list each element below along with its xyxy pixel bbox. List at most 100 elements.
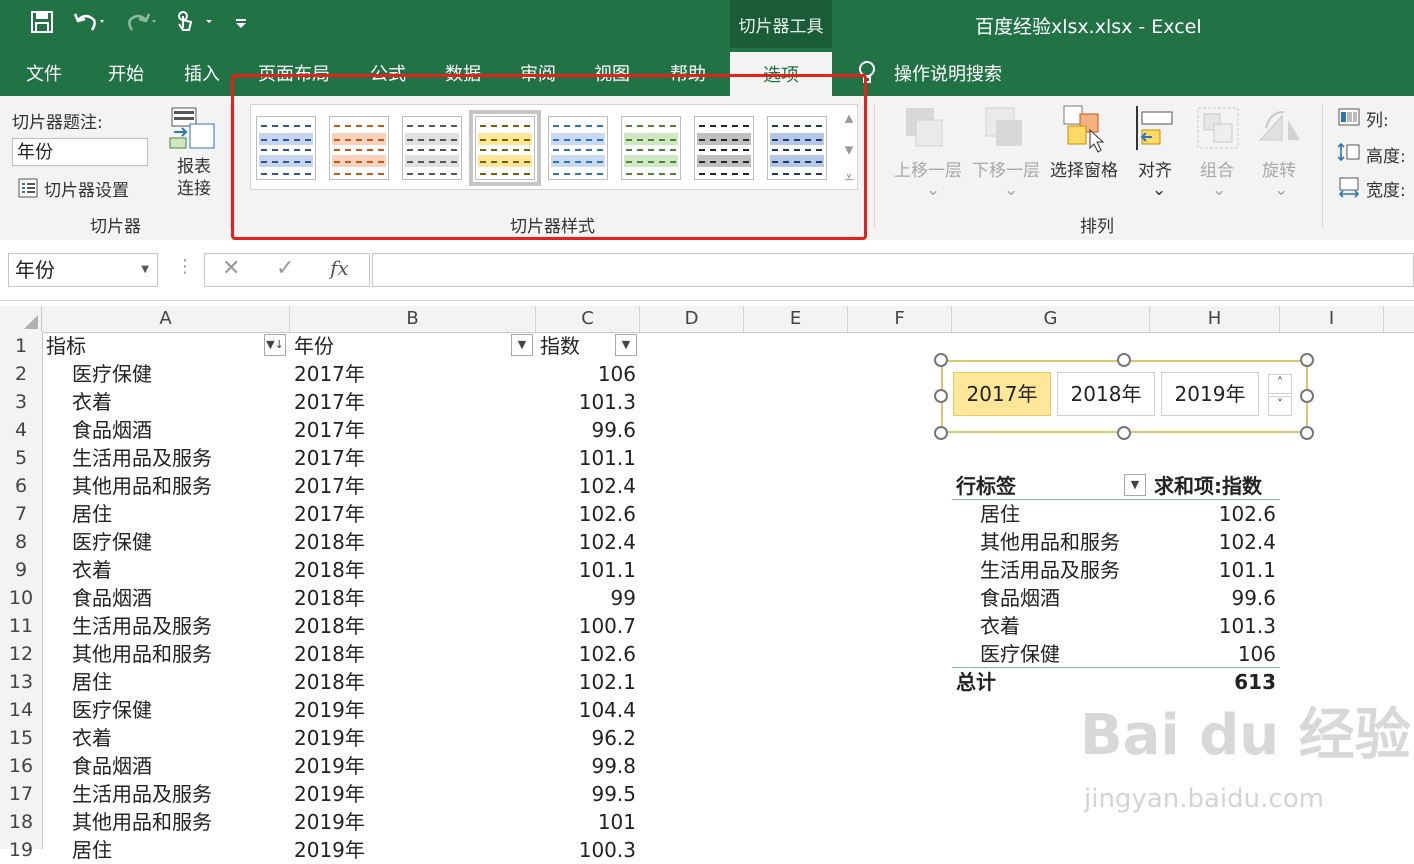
row-header[interactable]: 12 [0, 640, 42, 668]
name-box[interactable]: 年份 ▼ [8, 253, 158, 287]
cell-year[interactable]: 2017年 [294, 500, 365, 528]
save-icon[interactable] [30, 10, 54, 39]
rotate-dropdown[interactable]: ⌄ [1274, 180, 1288, 200]
pivot-row-value[interactable]: 106 [1150, 640, 1276, 668]
cell-index[interactable]: 100.3 [540, 836, 636, 864]
pivot-row-label[interactable]: 医疗保健 [980, 640, 1060, 668]
cell-index[interactable]: 102.4 [540, 528, 636, 556]
pivot-row-label[interactable]: 居住 [980, 500, 1020, 528]
cell-indicator[interactable]: 医疗保健 [72, 360, 152, 388]
select-all-corner[interactable] [0, 306, 42, 332]
slicer-item[interactable]: 2019年 [1161, 372, 1259, 416]
slicer-caption-input[interactable]: 年份 [12, 138, 148, 166]
slicer-scroll-up-button[interactable]: ˄ [1268, 374, 1292, 394]
customize-icon[interactable] [234, 10, 248, 39]
column-header-g[interactable]: G [952, 306, 1150, 332]
formula-bar-grip-icon[interactable]: ⋮ [176, 256, 194, 277]
cell-indicator[interactable]: 生活用品及服务 [72, 444, 212, 472]
row-header[interactable]: 9 [0, 556, 42, 584]
pivot-row-label[interactable]: 生活用品及服务 [980, 556, 1120, 584]
pivot-row-label[interactable]: 食品烟酒 [980, 584, 1060, 612]
slicer-item[interactable]: 2018年 [1057, 372, 1155, 416]
pivot-row-value[interactable]: 101.3 [1150, 612, 1276, 640]
cell-indicator[interactable]: 居住 [72, 668, 112, 696]
row-header[interactable]: 19 [0, 836, 42, 864]
row-header[interactable]: 13 [0, 668, 42, 696]
cell-indicator[interactable]: 食品烟酒 [72, 584, 152, 612]
pivot-total-label[interactable]: 总计 [956, 668, 996, 696]
formula-input[interactable] [372, 253, 1414, 287]
name-box-dropdown-icon[interactable]: ▼ [141, 254, 149, 286]
column-header-i[interactable]: I [1280, 306, 1384, 332]
column-header-d[interactable]: D [640, 306, 744, 332]
cell-year[interactable]: 2019年 [294, 724, 365, 752]
resize-handle[interactable] [1117, 426, 1131, 440]
tab-file[interactable]: 文件 [26, 60, 62, 86]
row-header[interactable]: 15 [0, 724, 42, 752]
row-header[interactable]: 2 [0, 360, 42, 388]
cell-indicator[interactable]: 衣着 [72, 724, 112, 752]
row-header[interactable]: 5 [0, 444, 42, 472]
cell-year[interactable]: 2017年 [294, 388, 365, 416]
cell-indicator[interactable]: 居住 [72, 836, 112, 864]
resize-handle[interactable] [1300, 389, 1314, 403]
resize-handle[interactable] [1300, 353, 1314, 367]
tell-me-search[interactable]: 操作说明搜索 [894, 60, 1002, 86]
cell-index[interactable]: 96.2 [540, 724, 636, 752]
redo-icon[interactable] [124, 10, 160, 39]
align-button[interactable]: 对齐 [1130, 156, 1180, 181]
resize-handle[interactable] [934, 426, 948, 440]
row-header[interactable]: 17 [0, 780, 42, 808]
undo-icon[interactable] [72, 10, 108, 39]
cell-index[interactable]: 102.6 [540, 500, 636, 528]
row-header[interactable]: 11 [0, 612, 42, 640]
cell-year[interactable]: 2019年 [294, 836, 365, 864]
cell-indicator[interactable]: 医疗保健 [72, 696, 152, 724]
tab-insert[interactable]: 插入 [184, 60, 220, 86]
cell-index[interactable]: 101.1 [540, 444, 636, 472]
slicer-item[interactable]: 2017年 [953, 372, 1051, 416]
column-header-a[interactable]: A [42, 306, 290, 332]
pivot-row-value[interactable]: 101.1 [1150, 556, 1276, 584]
cell-index[interactable]: 100.7 [540, 612, 636, 640]
cell-indicator[interactable]: 医疗保健 [72, 528, 152, 556]
cell-index[interactable]: 99.8 [540, 752, 636, 780]
column-header-f[interactable]: F [848, 306, 952, 332]
cell-indicator[interactable]: 衣着 [72, 388, 112, 416]
header-cell-year[interactable]: 年份 [294, 332, 334, 360]
cell-index[interactable]: 99.5 [540, 780, 636, 808]
cell-year[interactable]: 2018年 [294, 612, 365, 640]
row-header[interactable]: 8 [0, 528, 42, 556]
pivot-filter-dropdown-icon[interactable]: ▼ [1124, 474, 1146, 496]
row-header[interactable]: 6 [0, 472, 42, 500]
cell-index[interactable]: 101.3 [540, 388, 636, 416]
cell-index[interactable]: 104.4 [540, 696, 636, 724]
cell-indicator[interactable]: 衣着 [72, 556, 112, 584]
enter-icon[interactable]: ✓ [276, 256, 294, 281]
resize-handle[interactable] [1300, 426, 1314, 440]
row-header[interactable]: 16 [0, 752, 42, 780]
cancel-icon[interactable]: ✕ [222, 256, 240, 281]
cell-index[interactable]: 102.1 [540, 668, 636, 696]
cell-indicator[interactable]: 食品烟酒 [72, 416, 152, 444]
cell-year[interactable]: 2017年 [294, 472, 365, 500]
pivot-row-label[interactable]: 其他用品和服务 [980, 528, 1120, 556]
pivot-row-value[interactable]: 102.6 [1150, 500, 1276, 528]
bring-forward-dropdown[interactable]: ⌄ [926, 180, 940, 200]
cell-year[interactable]: 2018年 [294, 528, 365, 556]
row-header[interactable]: 7 [0, 500, 42, 528]
resize-handle[interactable] [1117, 353, 1131, 367]
tab-home[interactable]: 开始 [108, 60, 144, 86]
cell-index[interactable]: 106 [540, 360, 636, 388]
cell-indicator[interactable]: 其他用品和服务 [72, 472, 212, 500]
header-cell-indicator[interactable]: 指标 [46, 332, 86, 360]
touch-mode-icon[interactable] [174, 10, 218, 39]
cell-index[interactable]: 101.1 [540, 556, 636, 584]
cell-index[interactable]: 99.6 [540, 416, 636, 444]
pivot-row-label[interactable]: 衣着 [980, 612, 1020, 640]
row-header[interactable]: 18 [0, 808, 42, 836]
rotate-button[interactable]: 旋转 [1256, 156, 1302, 181]
send-backward-button[interactable]: 下移一层 [968, 156, 1044, 181]
cell-indicator[interactable]: 其他用品和服务 [72, 808, 212, 836]
group-button[interactable]: 组合 [1194, 156, 1240, 181]
